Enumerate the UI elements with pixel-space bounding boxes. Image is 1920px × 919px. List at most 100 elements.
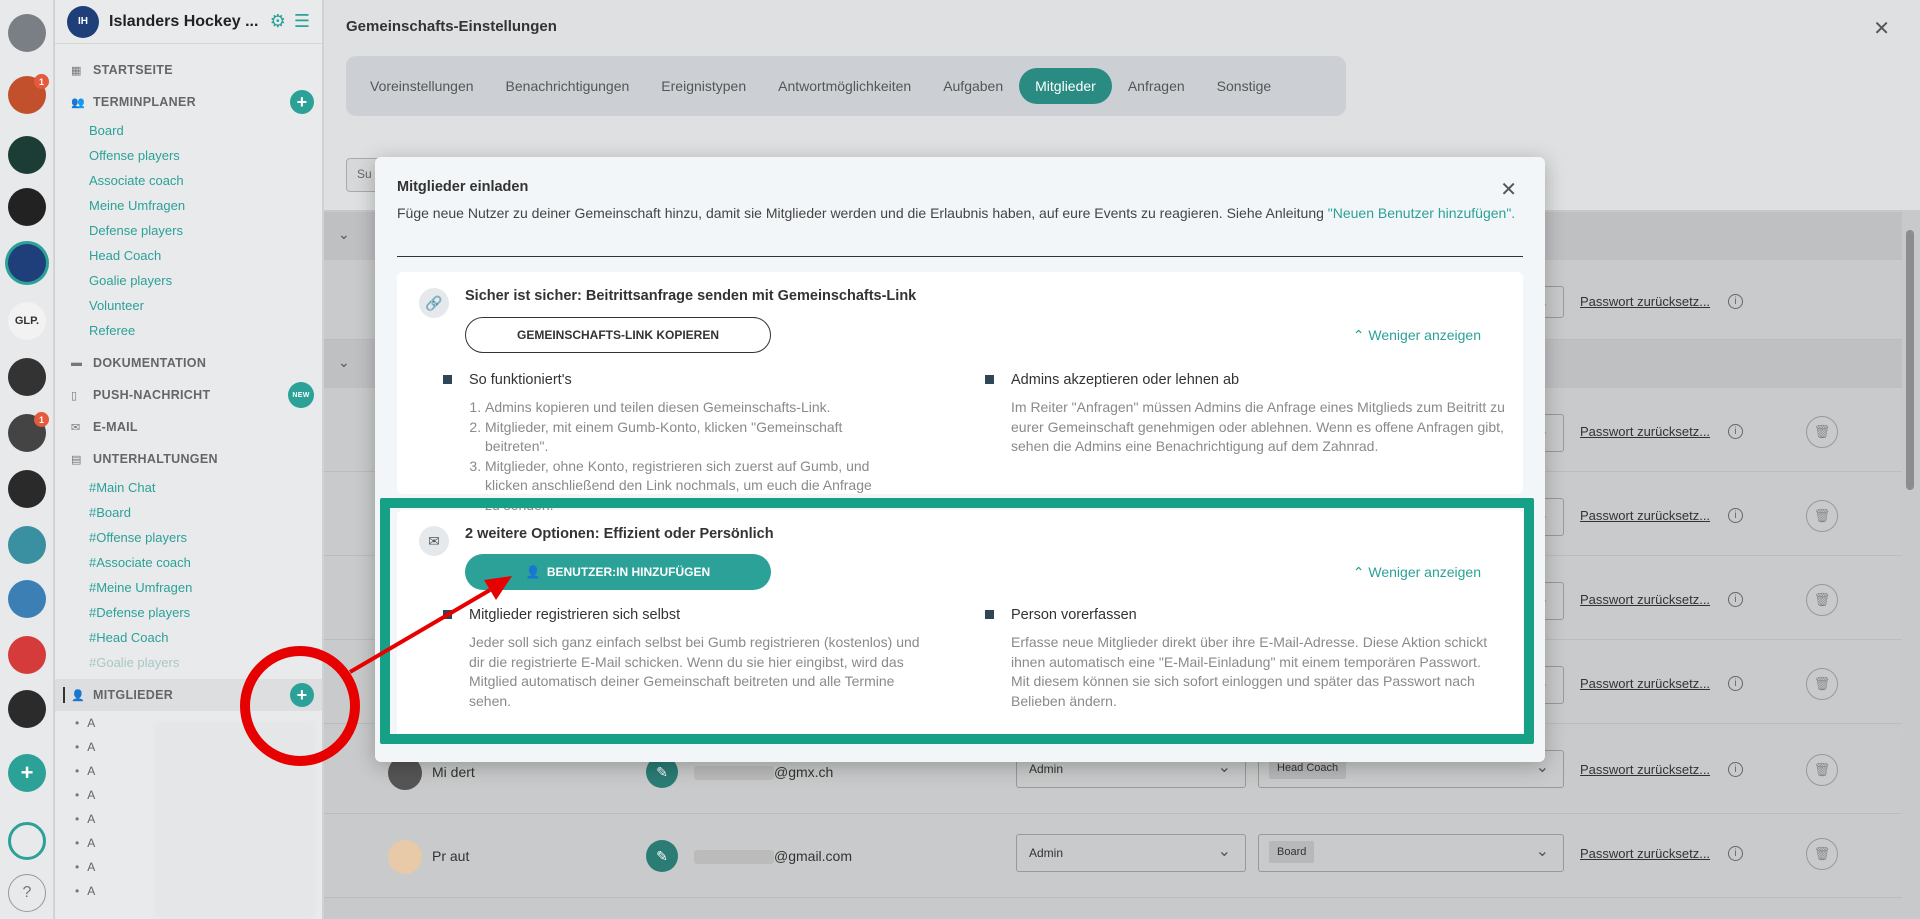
sidebar-subitem[interactable]: Defense players — [55, 218, 322, 243]
sidebar-item-unterhaltungen[interactable]: ▤ UNTERHALTUNGEN — [55, 443, 322, 475]
tab-voreinstellungen[interactable]: Voreinstellungen — [354, 68, 490, 104]
add-community-button[interactable]: + — [8, 754, 46, 792]
tab-sonstige[interactable]: Sonstige — [1201, 68, 1287, 104]
page-title: Gemeinschafts-Einstellungen — [346, 18, 557, 35]
trash-icon[interactable]: 🗑 — [1806, 416, 1838, 448]
sidebar-subitem[interactable]: Meine Umfragen — [55, 193, 322, 218]
community-name[interactable]: Islanders Hockey ... — [109, 13, 262, 31]
scrollbar[interactable] — [1906, 220, 1916, 910]
column-heading: Person vorerfassen — [1011, 607, 1137, 623]
reset-password-link[interactable]: Passwort zurücksetz... — [1580, 846, 1710, 861]
copy-link-button[interactable]: GEMEINSCHAFTS-LINK KOPIEREN — [465, 317, 771, 353]
sidebar-subitem[interactable]: Goalie players — [55, 268, 322, 293]
group-select[interactable]: Board — [1258, 834, 1564, 872]
community-avatar[interactable] — [8, 690, 46, 728]
community-avatar[interactable] — [8, 188, 46, 226]
gear-icon[interactable]: ⚙ — [270, 11, 286, 32]
tab-antwortmöglichkeiten[interactable]: Antwortmöglichkeiten — [762, 68, 927, 104]
reset-password-link[interactable]: Passwort zurücksetz... — [1580, 424, 1710, 439]
sidebar-subitem[interactable]: Associate coach — [55, 168, 322, 193]
tab-ereignistypen[interactable]: Ereignistypen — [645, 68, 762, 104]
community-avatar[interactable] — [8, 580, 46, 618]
tab-aufgaben[interactable]: Aufgaben — [927, 68, 1019, 104]
info-icon[interactable]: i — [1728, 762, 1743, 777]
tab-benachrichtigungen[interactable]: Benachrichtigungen — [490, 68, 646, 104]
add-user-option-card: ✉ 2 weitere Optionen: Effizient oder Per… — [397, 510, 1523, 740]
reset-password-link[interactable]: Passwort zurücksetz... — [1580, 294, 1710, 309]
community-avatar[interactable] — [8, 636, 46, 674]
trash-icon[interactable]: 🗑 — [1806, 754, 1838, 786]
sidebar-subitem[interactable]: Offense players — [55, 143, 322, 168]
trash-icon[interactable]: 🗑 — [1806, 584, 1838, 616]
community-avatar[interactable] — [8, 244, 46, 282]
gumb-logo-icon[interactable] — [8, 822, 46, 860]
reset-password-link[interactable]: Passwort zurücksetz... — [1580, 762, 1710, 777]
scrollbar-thumb[interactable] — [1906, 230, 1914, 490]
new-badge: NEW — [288, 382, 314, 408]
info-icon[interactable]: i — [1728, 676, 1743, 691]
community-avatar[interactable] — [8, 136, 46, 174]
add-user-icon: 👤 — [525, 565, 541, 579]
bullet-square — [443, 375, 452, 384]
community-avatar[interactable]: 1 — [8, 412, 49, 452]
termin-list: Board Offense players Associate coach Meine… — [55, 118, 322, 343]
chat-item[interactable]: #Offense players — [55, 525, 322, 550]
show-less-link[interactable]: ⌃ Weniger anzeigen — [1353, 327, 1481, 344]
info-icon[interactable]: i — [1728, 424, 1743, 439]
table-row: Pr aut ✎ @gmail.com Admin Board Passwort… — [324, 814, 1902, 898]
tab-mitglieder[interactable]: Mitglieder — [1019, 68, 1112, 104]
chat-item[interactable]: #Defense players — [55, 600, 322, 625]
chevron-up-icon: ⌃ — [1352, 327, 1369, 343]
trash-icon[interactable]: 🗑 — [1806, 838, 1838, 870]
sidebar-subitem[interactable]: Board — [55, 118, 322, 143]
info-icon[interactable]: i — [1728, 294, 1743, 309]
show-less-link[interactable]: ⌃ Weniger anzeigen — [1353, 564, 1481, 581]
chat-item[interactable]: #Associate coach — [55, 550, 322, 575]
self-register-column: Mitglieder registrieren sich selbst Jede… — [443, 607, 923, 711]
close-icon[interactable]: ✕ — [1500, 177, 1517, 202]
chevron-down-icon[interactable]: ⌄ — [338, 226, 350, 243]
edit-icon[interactable]: ✎ — [646, 840, 678, 872]
community-avatar[interactable] — [8, 14, 46, 52]
community-avatar[interactable] — [8, 358, 46, 396]
close-icon[interactable]: ✕ — [1873, 16, 1890, 41]
info-icon[interactable]: i — [1728, 592, 1743, 607]
sidebar-item-push[interactable]: ▯ PUSH-NACHRICHT NEW — [55, 379, 322, 411]
help-icon[interactable]: ? — [8, 874, 46, 912]
trash-icon[interactable]: 🗑 — [1806, 500, 1838, 532]
sidebar-subitem[interactable]: Head Coach — [55, 243, 322, 268]
chevron-down-icon[interactable]: ⌄ — [338, 354, 350, 371]
add-user-button[interactable]: 👤 BENUTZER:IN HINZUFÜGEN — [465, 554, 771, 590]
card-title: 2 weitere Optionen: Effizient oder Persö… — [465, 526, 774, 542]
sidebar-item-email[interactable]: ✉ E-MAIL — [55, 411, 322, 443]
sidebar-subitem[interactable]: Referee — [55, 318, 322, 343]
community-avatar[interactable] — [8, 526, 46, 564]
chat-item[interactable]: #Head Coach — [55, 625, 322, 650]
info-icon[interactable]: i — [1728, 508, 1743, 523]
guide-link[interactable]: "Neuen Benutzer hinzufügen". — [1328, 205, 1515, 221]
link-icon: 🔗 — [419, 288, 449, 318]
community-avatar[interactable]: GLP. — [8, 302, 46, 340]
reset-password-link[interactable]: Passwort zurücksetz... — [1580, 508, 1710, 523]
sidebar-item-dokumentation[interactable]: ▬ DOKUMENTATION — [55, 347, 322, 379]
folder-icon: ▬ — [71, 357, 83, 369]
sidebar-subitem[interactable]: Volunteer — [55, 293, 322, 318]
trash-icon[interactable]: 🗑 — [1806, 668, 1838, 700]
chat-item[interactable]: #Board — [55, 500, 322, 525]
community-logo[interactable]: IH — [67, 5, 99, 38]
chat-item[interactable]: #Meine Umfragen — [55, 575, 322, 600]
chat-item[interactable]: #Main Chat — [55, 475, 322, 500]
sidebar-item-terminplaner[interactable]: 👥 TERMINPLANER + — [55, 86, 322, 118]
community-avatar[interactable]: 1 — [8, 74, 49, 114]
community-avatar[interactable] — [8, 470, 46, 508]
dashboard-icon: ▦ — [71, 64, 82, 77]
reset-password-link[interactable]: Passwort zurücksetz... — [1580, 676, 1710, 691]
tab-anfragen[interactable]: Anfragen — [1112, 68, 1201, 104]
reset-password-link[interactable]: Passwort zurücksetz... — [1580, 592, 1710, 607]
info-icon[interactable]: i — [1728, 846, 1743, 861]
link-option-card: 🔗 Sicher ist sicher: Beitrittsanfrage se… — [397, 272, 1523, 513]
menu-icon[interactable]: ☰ — [294, 11, 310, 32]
sidebar-item-startseite[interactable]: ▦ STARTSEITE — [55, 54, 322, 86]
add-event-button[interactable]: + — [290, 90, 314, 114]
role-select[interactable]: Admin — [1016, 834, 1246, 872]
